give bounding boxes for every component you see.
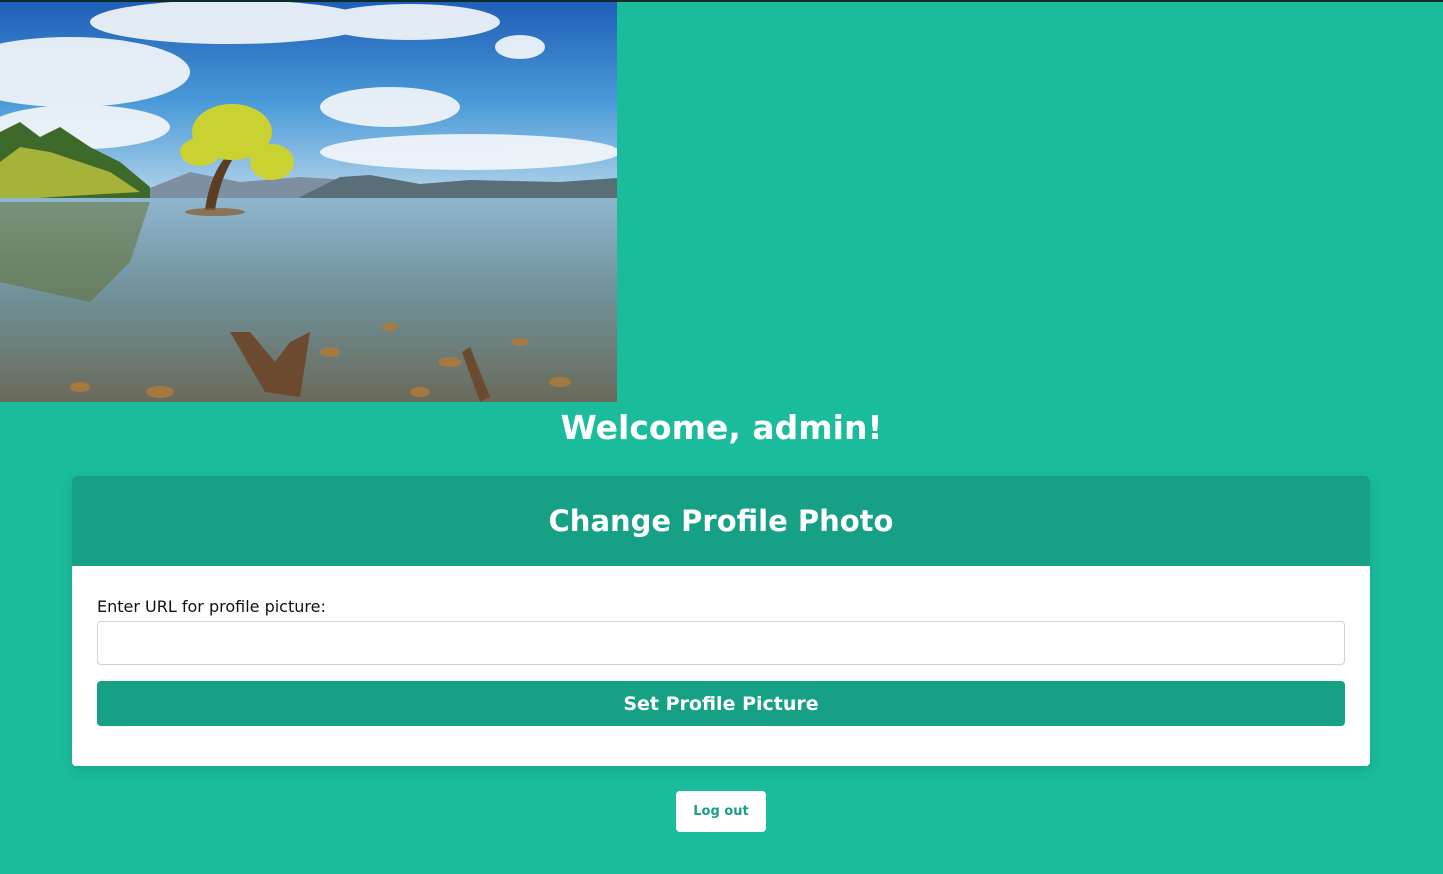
profile-photo bbox=[0, 2, 617, 402]
card-title: Change Profile Photo bbox=[548, 504, 894, 538]
set-profile-picture-button[interactable]: Set Profile Picture bbox=[97, 681, 1345, 726]
welcome-heading: Welcome, admin! bbox=[560, 408, 883, 447]
logout-button[interactable]: Log out bbox=[676, 791, 766, 832]
card-header: Change Profile Photo bbox=[72, 476, 1370, 566]
url-label: Enter URL for profile picture: bbox=[97, 597, 326, 616]
profile-url-input[interactable] bbox=[97, 621, 1345, 665]
change-profile-photo-card: Change Profile Photo Enter URL for profi… bbox=[72, 476, 1370, 766]
